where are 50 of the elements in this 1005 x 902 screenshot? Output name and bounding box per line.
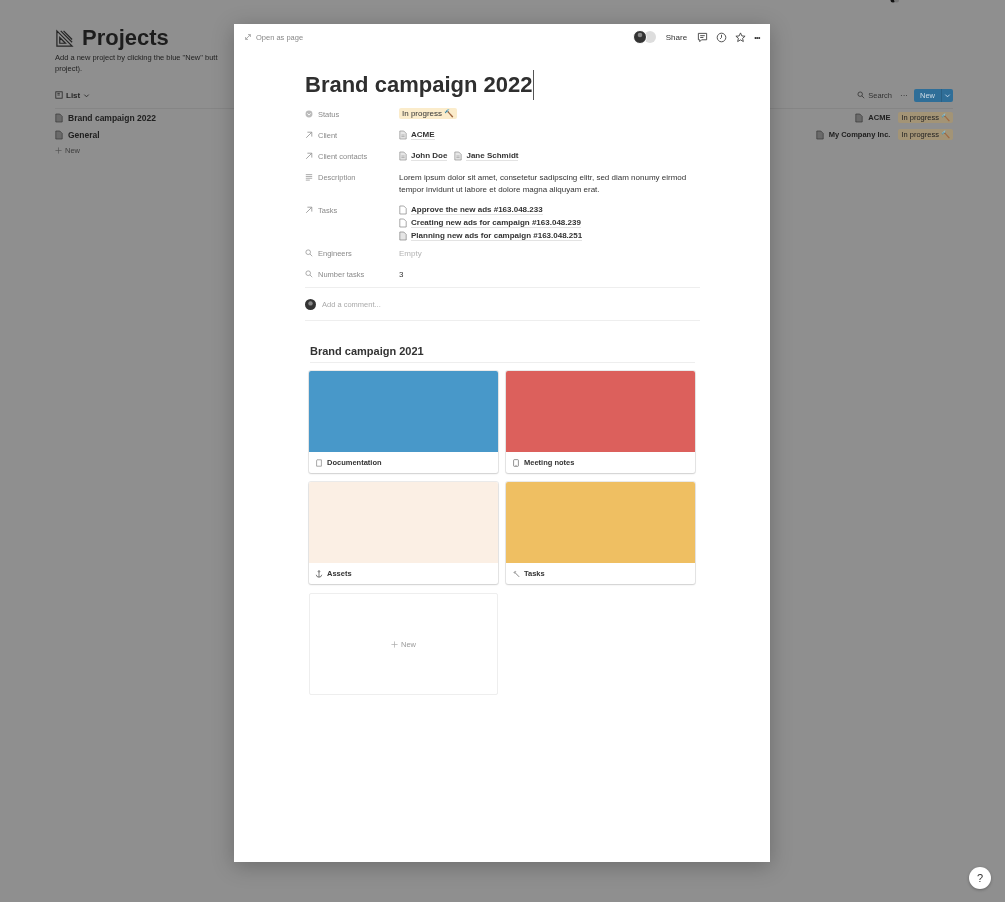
linked-page[interactable]: Jane Schmidt — [466, 151, 519, 161]
share-button[interactable]: Share — [665, 32, 688, 42]
avatar-icon — [305, 298, 316, 310]
plus-icon — [391, 640, 398, 648]
linked-page[interactable]: ACME — [411, 130, 435, 140]
status-tag[interactable]: In progress 🔨 — [399, 108, 458, 119]
help-button[interactable]: ? — [969, 867, 991, 889]
arrow-icon — [305, 131, 313, 139]
view-selector[interactable]: List — [55, 90, 91, 100]
hammer-icon — [512, 569, 520, 578]
document-icon — [399, 151, 407, 161]
text-lines-icon — [305, 173, 313, 181]
comment-icon[interactable] — [697, 31, 709, 43]
section-heading: Brand campaign 2021 — [310, 345, 695, 363]
document-icon — [454, 151, 463, 161]
linked-page[interactable]: Planning new ads for campaign #163.048.251 — [411, 231, 583, 241]
linked-page[interactable]: Approve the new ads #163.048.233 — [411, 205, 543, 215]
star-icon[interactable] — [735, 31, 747, 43]
anchor-icon — [315, 569, 323, 578]
ruler-triangle-icon — [55, 28, 74, 48]
search-icon — [305, 249, 313, 257]
tablet-icon — [512, 458, 520, 467]
clock-icon[interactable] — [716, 31, 728, 43]
document-icon — [399, 130, 407, 140]
page-title: Projects — [82, 25, 169, 51]
linked-page[interactable]: Creating new ads for campaign #163.048.239 — [411, 218, 581, 228]
page-title[interactable]: Brand campaign 2022 — [305, 70, 535, 100]
expand-icon — [244, 33, 252, 41]
list-view-icon — [55, 91, 63, 99]
description-text[interactable]: Lorem ipsum dolor sit amet, consetetur sadipscing elitr, sed diam nonumy eirmod tempor invidunt ut labore et dolore magna aliquyam erat. — [399, 172, 700, 202]
document-icon — [55, 112, 63, 123]
linked-page[interactable]: John Doe — [411, 151, 448, 161]
status-icon — [305, 110, 313, 118]
document-icon — [815, 129, 824, 140]
property-value: 3 — [399, 269, 405, 281]
search-icon — [857, 91, 866, 99]
chevron-down-icon — [944, 91, 951, 99]
more-button[interactable]: ··· — [900, 90, 908, 100]
page-icon — [315, 458, 323, 467]
plus-icon — [55, 146, 62, 154]
avatar-group-icon — [631, 30, 658, 44]
document-icon — [855, 112, 864, 123]
property-value: Empty — [399, 248, 423, 260]
list-item-title[interactable]: General — [68, 129, 100, 140]
arrow-icon — [305, 152, 313, 160]
chevron-down-icon — [83, 91, 91, 99]
arrow-icon — [305, 206, 313, 214]
document-icon — [55, 129, 63, 140]
search-icon — [305, 270, 313, 278]
list-item-title[interactable]: Brand campaign 2022 — [68, 112, 156, 123]
